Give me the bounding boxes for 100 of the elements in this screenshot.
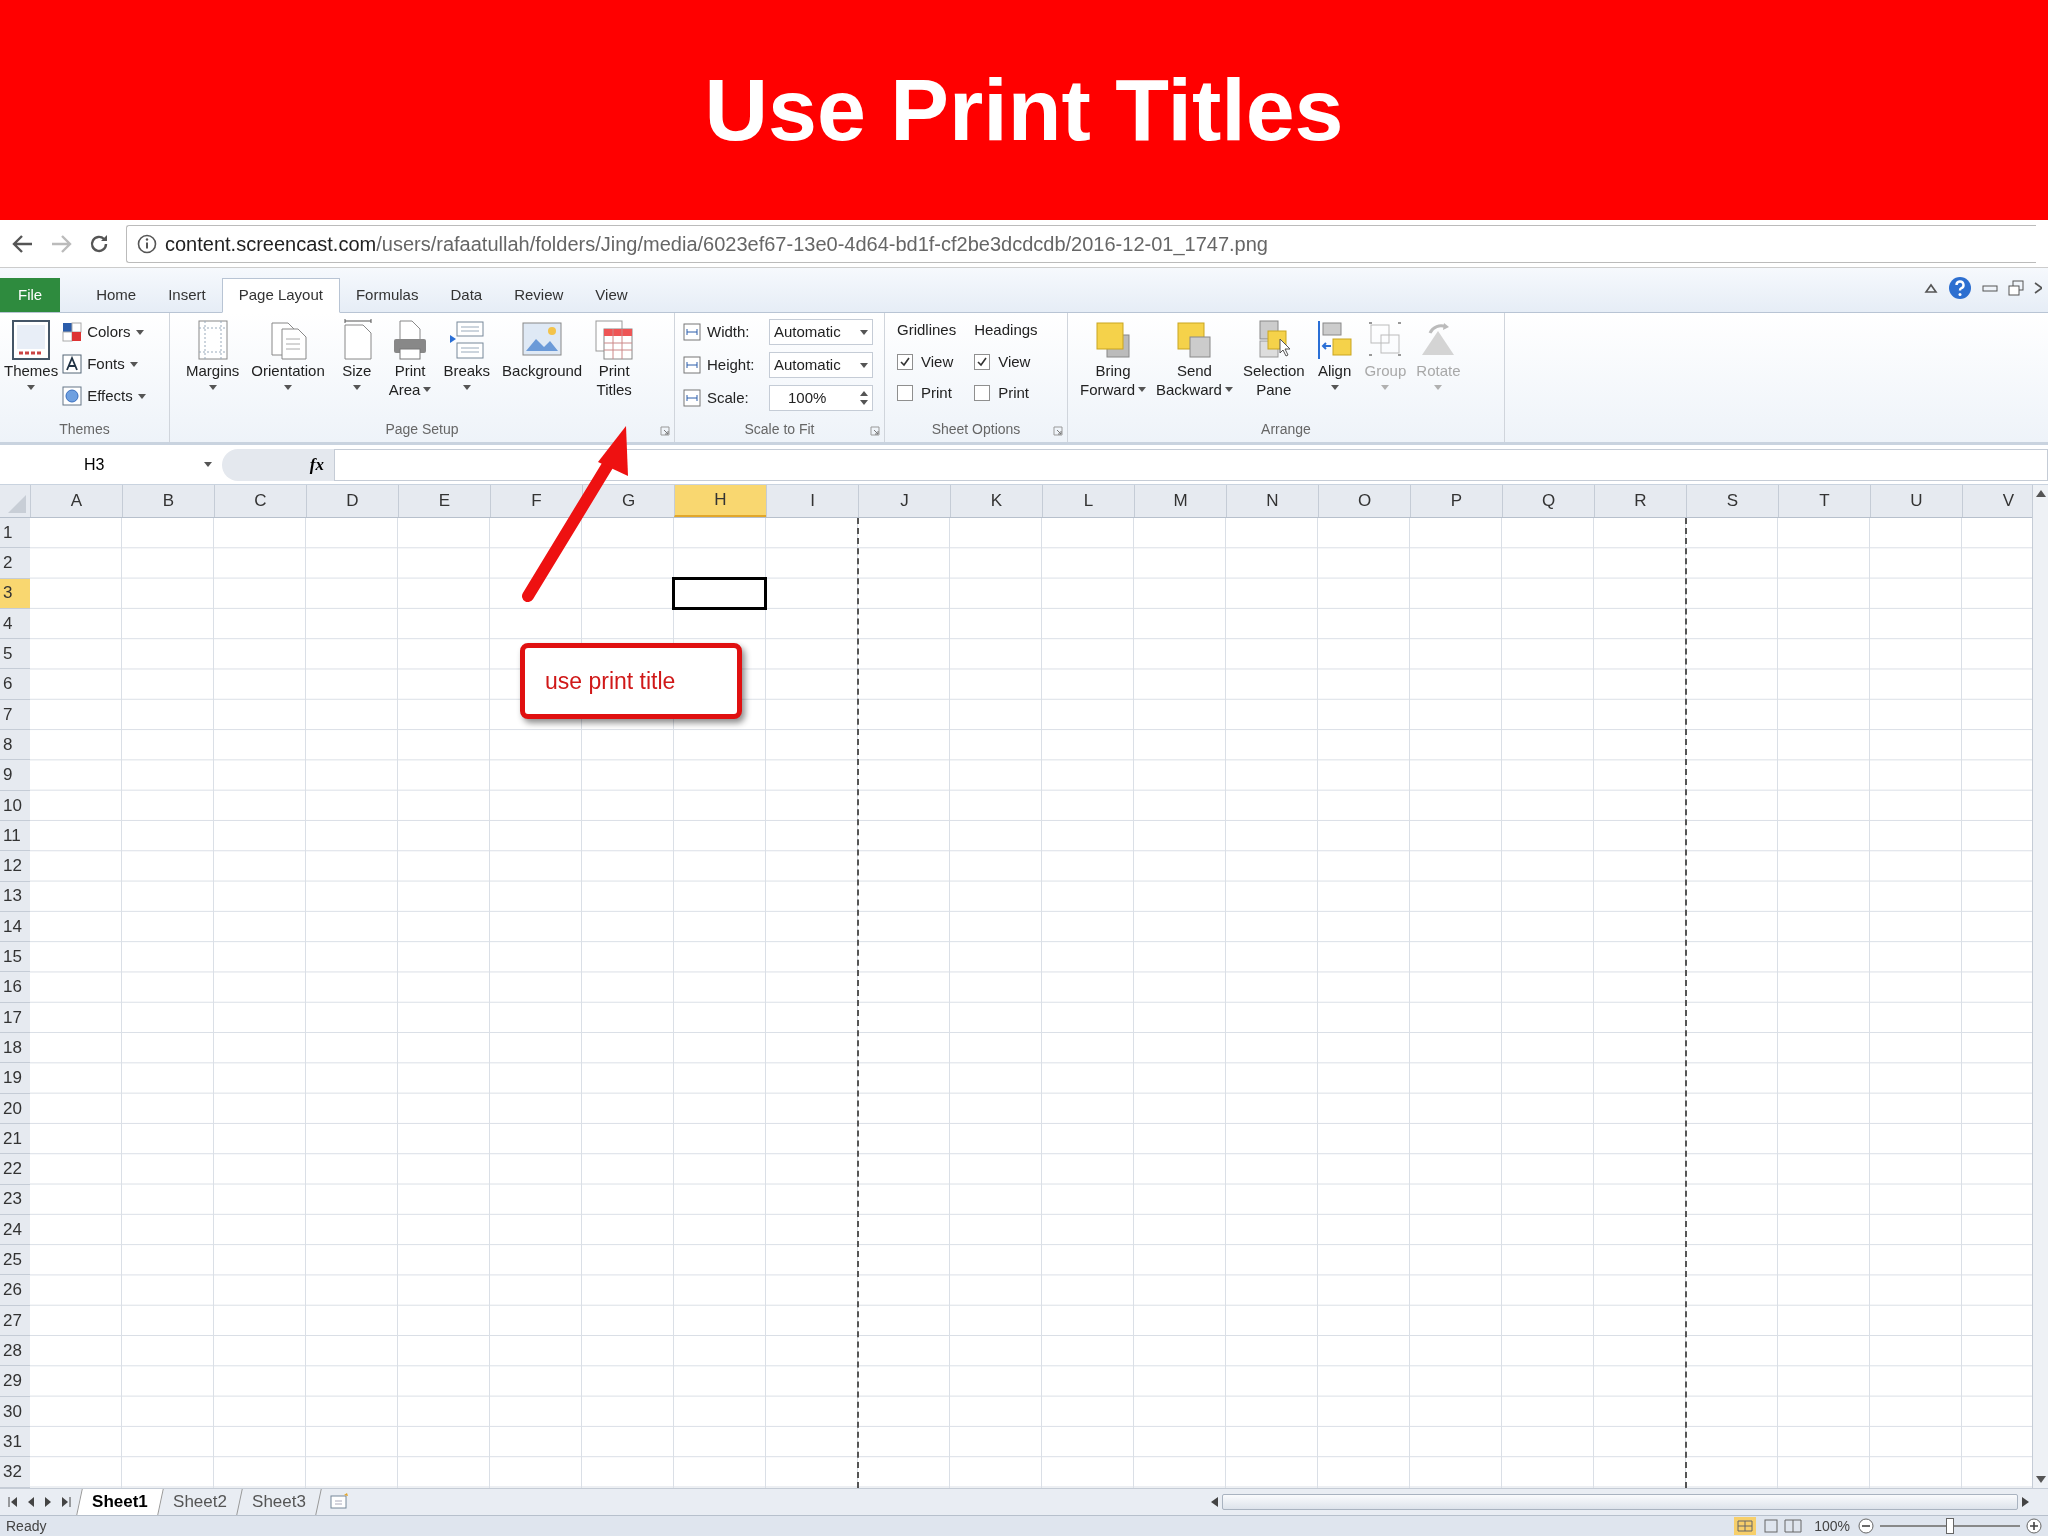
row-header[interactable]: 16 (0, 972, 30, 1003)
row-header[interactable]: 23 (0, 1184, 30, 1215)
minimize-icon[interactable] (1982, 283, 1998, 293)
column-header[interactable]: J (858, 485, 950, 517)
ribbon-button[interactable]: Selection Pane (1238, 313, 1309, 399)
collapse-ribbon-icon[interactable] (1924, 282, 1938, 294)
checkbox[interactable] (974, 353, 991, 370)
row-header[interactable]: 24 (0, 1214, 30, 1246)
ribbon-button[interactable]: Align (1310, 313, 1359, 399)
row-header[interactable]: 10 (0, 790, 30, 821)
function-label[interactable]: fx (309, 451, 324, 478)
help-icon[interactable] (1948, 276, 1972, 300)
row-header[interactable]: 19 (0, 1063, 30, 1094)
ribbon-button[interactable]: Effects (62, 383, 146, 409)
zoom-slider-thumb[interactable] (1946, 1518, 1954, 1534)
column-header[interactable]: K (950, 485, 1042, 517)
column-header[interactable]: I (766, 485, 858, 517)
name-box[interactable]: H3 (0, 448, 222, 481)
column-header[interactable]: D (306, 485, 398, 517)
column-header[interactable]: U (1870, 485, 1962, 517)
column-header[interactable]: F (490, 485, 582, 517)
row-header[interactable]: 20 (0, 1093, 30, 1124)
column-header[interactable]: E (398, 485, 490, 517)
restore-icon[interactable] (2008, 280, 2024, 296)
column-header[interactable]: B (122, 485, 214, 517)
zoom-percent[interactable]: 100% (1814, 1515, 1850, 1536)
row-header[interactable]: 32 (0, 1457, 30, 1488)
cell-grid[interactable] (30, 518, 2032, 1488)
info-icon[interactable] (137, 233, 157, 254)
column-header[interactable]: N (1226, 485, 1318, 517)
formula-input[interactable] (334, 448, 2048, 481)
row-header[interactable]: 4 (0, 608, 30, 640)
row-header[interactable]: 15 (0, 942, 30, 973)
active-cell[interactable] (672, 576, 767, 610)
row-header[interactable]: 5 (0, 639, 30, 670)
column-header[interactable]: P (1410, 485, 1502, 517)
ribbon-button[interactable]: Orientation (247, 313, 329, 399)
ribbon-button[interactable]: Themes (0, 313, 63, 409)
ribbon-tab[interactable]: Review (498, 278, 580, 312)
first-sheet-icon[interactable] (8, 1497, 17, 1507)
ribbon-button[interactable]: Margins (182, 313, 244, 399)
ribbon-tab[interactable]: View (579, 278, 644, 312)
column-header[interactable]: O (1318, 485, 1410, 517)
row-header[interactable]: 30 (0, 1396, 30, 1427)
ribbon-button[interactable]: Print Area (384, 313, 436, 399)
ribbon-tab[interactable]: Insert (152, 278, 222, 312)
column-header[interactable]: A (30, 485, 122, 517)
row-header[interactable]: 22 (0, 1154, 30, 1185)
checkbox[interactable] (897, 353, 913, 370)
back-arrow-icon[interactable] (12, 233, 34, 254)
scroll-up-icon[interactable] (2035, 489, 2046, 497)
row-header[interactable]: 11 (0, 820, 30, 852)
ribbon-button[interactable]: Bring Forward (1076, 313, 1150, 399)
zoom-in-icon[interactable] (2026, 1518, 2042, 1534)
scroll-down-icon[interactable] (2035, 1476, 2046, 1484)
next-sheet-icon[interactable] (44, 1497, 53, 1507)
row-header[interactable]: 21 (0, 1123, 30, 1155)
column-header[interactable]: T (1778, 485, 1870, 517)
row-header[interactable]: 25 (0, 1245, 30, 1276)
vertical-scrollbar[interactable] (2032, 485, 2048, 1488)
column-header[interactable]: L (1042, 485, 1134, 517)
ribbon-button[interactable]: Send Backward (1152, 313, 1237, 399)
previous-sheet-icon[interactable] (26, 1497, 35, 1507)
last-sheet-icon[interactable] (62, 1497, 71, 1507)
ribbon-button[interactable]: Breaks (439, 313, 495, 399)
row-header[interactable]: 1 (0, 518, 30, 549)
column-header[interactable]: R (1594, 485, 1686, 517)
row-header[interactable]: 2 (0, 548, 30, 579)
dropdown-field[interactable]: Automatic (769, 352, 873, 378)
row-header[interactable]: 18 (0, 1033, 30, 1064)
dialog-launcher-icon[interactable] (660, 426, 670, 436)
row-header[interactable]: 31 (0, 1426, 30, 1458)
ribbon-button[interactable]: Fonts (62, 351, 146, 377)
row-header[interactable]: 26 (0, 1275, 30, 1306)
row-header[interactable]: 29 (0, 1366, 30, 1397)
dialog-launcher-icon[interactable] (1053, 426, 1063, 436)
row-header[interactable]: 27 (0, 1305, 30, 1336)
row-header[interactable]: 8 (0, 730, 30, 761)
file-tab[interactable]: File (0, 278, 61, 312)
dropdown-field[interactable]: Automatic (769, 319, 873, 345)
row-header[interactable]: 14 (0, 911, 30, 943)
ribbon-tab[interactable]: Page Layout (221, 278, 340, 313)
address-bar[interactable]: content.screencast.com/users/rafaatullah/folders/Jing/media/6023ef67-13e0-4d64-bd1f-cf2be3dcdcdb/2016-12-01_1747.png (126, 224, 2036, 263)
row-header[interactable]: 13 (0, 881, 30, 912)
checkbox[interactable] (897, 385, 913, 402)
scrollbar-thumb[interactable] (1222, 1494, 2018, 1510)
zoom-out-icon[interactable] (1858, 1518, 1874, 1534)
row-header[interactable]: 6 (0, 669, 30, 700)
row-header[interactable]: 17 (0, 1002, 30, 1034)
ribbon-tab[interactable]: Data (434, 278, 499, 312)
row-header[interactable]: 3 (0, 578, 30, 609)
row-header[interactable]: 12 (0, 851, 30, 882)
column-header[interactable]: M (1134, 485, 1226, 517)
ribbon-button[interactable]: Background (498, 313, 587, 399)
scroll-left-icon[interactable] (1210, 1497, 1218, 1507)
column-header[interactable]: C (214, 485, 306, 517)
ribbon-button[interactable]: Print Titles (590, 313, 639, 399)
column-header[interactable]: Q (1502, 485, 1594, 517)
column-header[interactable]: S (1686, 485, 1778, 517)
ribbon-button[interactable]: Colors (62, 319, 146, 345)
